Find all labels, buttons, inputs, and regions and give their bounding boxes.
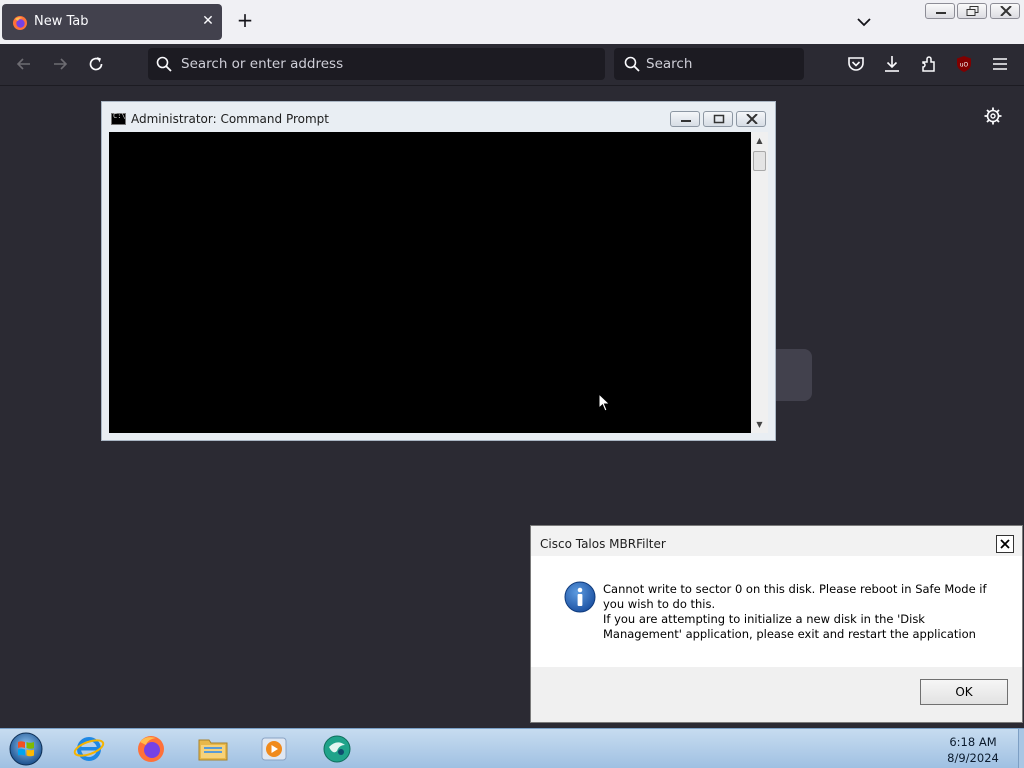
search-icon — [156, 56, 172, 72]
internet-explorer-icon[interactable] — [72, 733, 106, 765]
extensions-icon[interactable] — [919, 54, 939, 74]
cmd-title-bar[interactable]: C:\ Administrator: Command Prompt — [102, 102, 775, 132]
mbrfilter-alert-dialog: Cisco Talos MBRFilter Cannot write to se… — [530, 525, 1023, 723]
close-icon — [746, 114, 758, 124]
clock-date: 8/9/2024 — [947, 751, 999, 765]
scroll-up-arrow-icon[interactable]: ▲ — [751, 132, 768, 149]
close-window-button[interactable] — [990, 3, 1020, 19]
hamburger-menu-icon[interactable] — [990, 54, 1010, 74]
cmd-close-button[interactable] — [736, 111, 766, 127]
svg-text:uO: uO — [960, 62, 969, 69]
ublock-icon[interactable]: uO — [954, 54, 974, 74]
system-clock[interactable]: 6:18 AM 8/9/2024 — [930, 734, 1016, 766]
close-icon — [1000, 6, 1012, 16]
close-tab-icon[interactable]: ✕ — [198, 11, 218, 31]
cmd-maximize-button[interactable] — [703, 111, 733, 127]
tab-new-tab[interactable]: New Tab ✕ — [2, 4, 222, 40]
cmd-window-title: Administrator: Command Prompt — [131, 112, 329, 126]
media-player-icon[interactable] — [257, 733, 291, 765]
windows-taskbar: 6:18 AM 8/9/2024 — [0, 728, 1024, 768]
dialog-footer: OK — [531, 667, 1022, 722]
browser-tab-strip: New Tab ✕ + — [0, 0, 1024, 44]
scroll-down-arrow-icon[interactable]: ▼ — [751, 416, 768, 433]
address-bar[interactable] — [148, 48, 605, 80]
pocket-icon[interactable] — [846, 54, 866, 74]
search-bar[interactable] — [614, 48, 804, 80]
tab-title: New Tab — [34, 14, 89, 29]
restore-window-button[interactable] — [957, 3, 987, 19]
dialog-title: Cisco Talos MBRFilter — [540, 537, 666, 551]
ok-button[interactable]: OK — [920, 679, 1008, 705]
cmd-app-icon: C:\ — [111, 112, 126, 125]
firefox-icon[interactable] — [134, 733, 168, 765]
minimize-window-button[interactable] — [925, 3, 955, 19]
forward-arrow-icon[interactable] — [50, 54, 70, 74]
dialog-body: Cannot write to sector 0 on this disk. P… — [539, 556, 1014, 667]
mouse-cursor-icon — [598, 393, 611, 412]
minimize-icon — [681, 120, 691, 122]
maximize-icon — [713, 114, 725, 124]
maps-app-icon[interactable] — [320, 733, 354, 765]
information-icon — [564, 581, 596, 613]
command-prompt-window: C:\ Administrator: Command Prompt ▲ ▼ — [101, 101, 776, 441]
show-desktop-button[interactable] — [1018, 729, 1024, 768]
restore-icon — [966, 6, 979, 16]
start-button-windows-logo-icon[interactable] — [8, 731, 44, 767]
close-icon — [1000, 539, 1010, 549]
navigation-toolbar: uO — [0, 44, 1024, 86]
clock-time: 6:18 AM — [949, 735, 997, 749]
vertical-scrollbar[interactable]: ▲ ▼ — [751, 132, 768, 433]
reload-icon[interactable] — [86, 54, 106, 74]
new-tab-button[interactable]: + — [234, 10, 256, 32]
minimize-icon — [936, 12, 946, 14]
back-arrow-icon[interactable] — [14, 54, 34, 74]
file-explorer-icon[interactable] — [196, 733, 230, 765]
firefox-favicon-icon — [13, 16, 27, 30]
dialog-message: Cannot write to sector 0 on this disk. P… — [603, 582, 1003, 642]
shortcut-tile[interactable] — [776, 349, 812, 401]
dialog-title-bar[interactable]: Cisco Talos MBRFilter — [531, 526, 1022, 556]
list-all-tabs-chevron-down-icon[interactable] — [854, 12, 874, 32]
download-icon[interactable] — [882, 54, 902, 74]
search-input[interactable] — [646, 54, 796, 74]
dialog-close-button[interactable] — [996, 535, 1014, 553]
scroll-thumb[interactable] — [753, 151, 766, 171]
address-input[interactable] — [181, 54, 581, 74]
console-output-area[interactable] — [109, 132, 751, 433]
dialog-message-line-1: Cannot write to sector 0 on this disk. P… — [603, 582, 987, 611]
dialog-message-line-2: If you are attempting to initialize a ne… — [603, 612, 976, 641]
search-icon — [624, 56, 640, 72]
settings-gear-icon[interactable] — [984, 107, 1002, 125]
cmd-minimize-button[interactable] — [670, 111, 700, 127]
